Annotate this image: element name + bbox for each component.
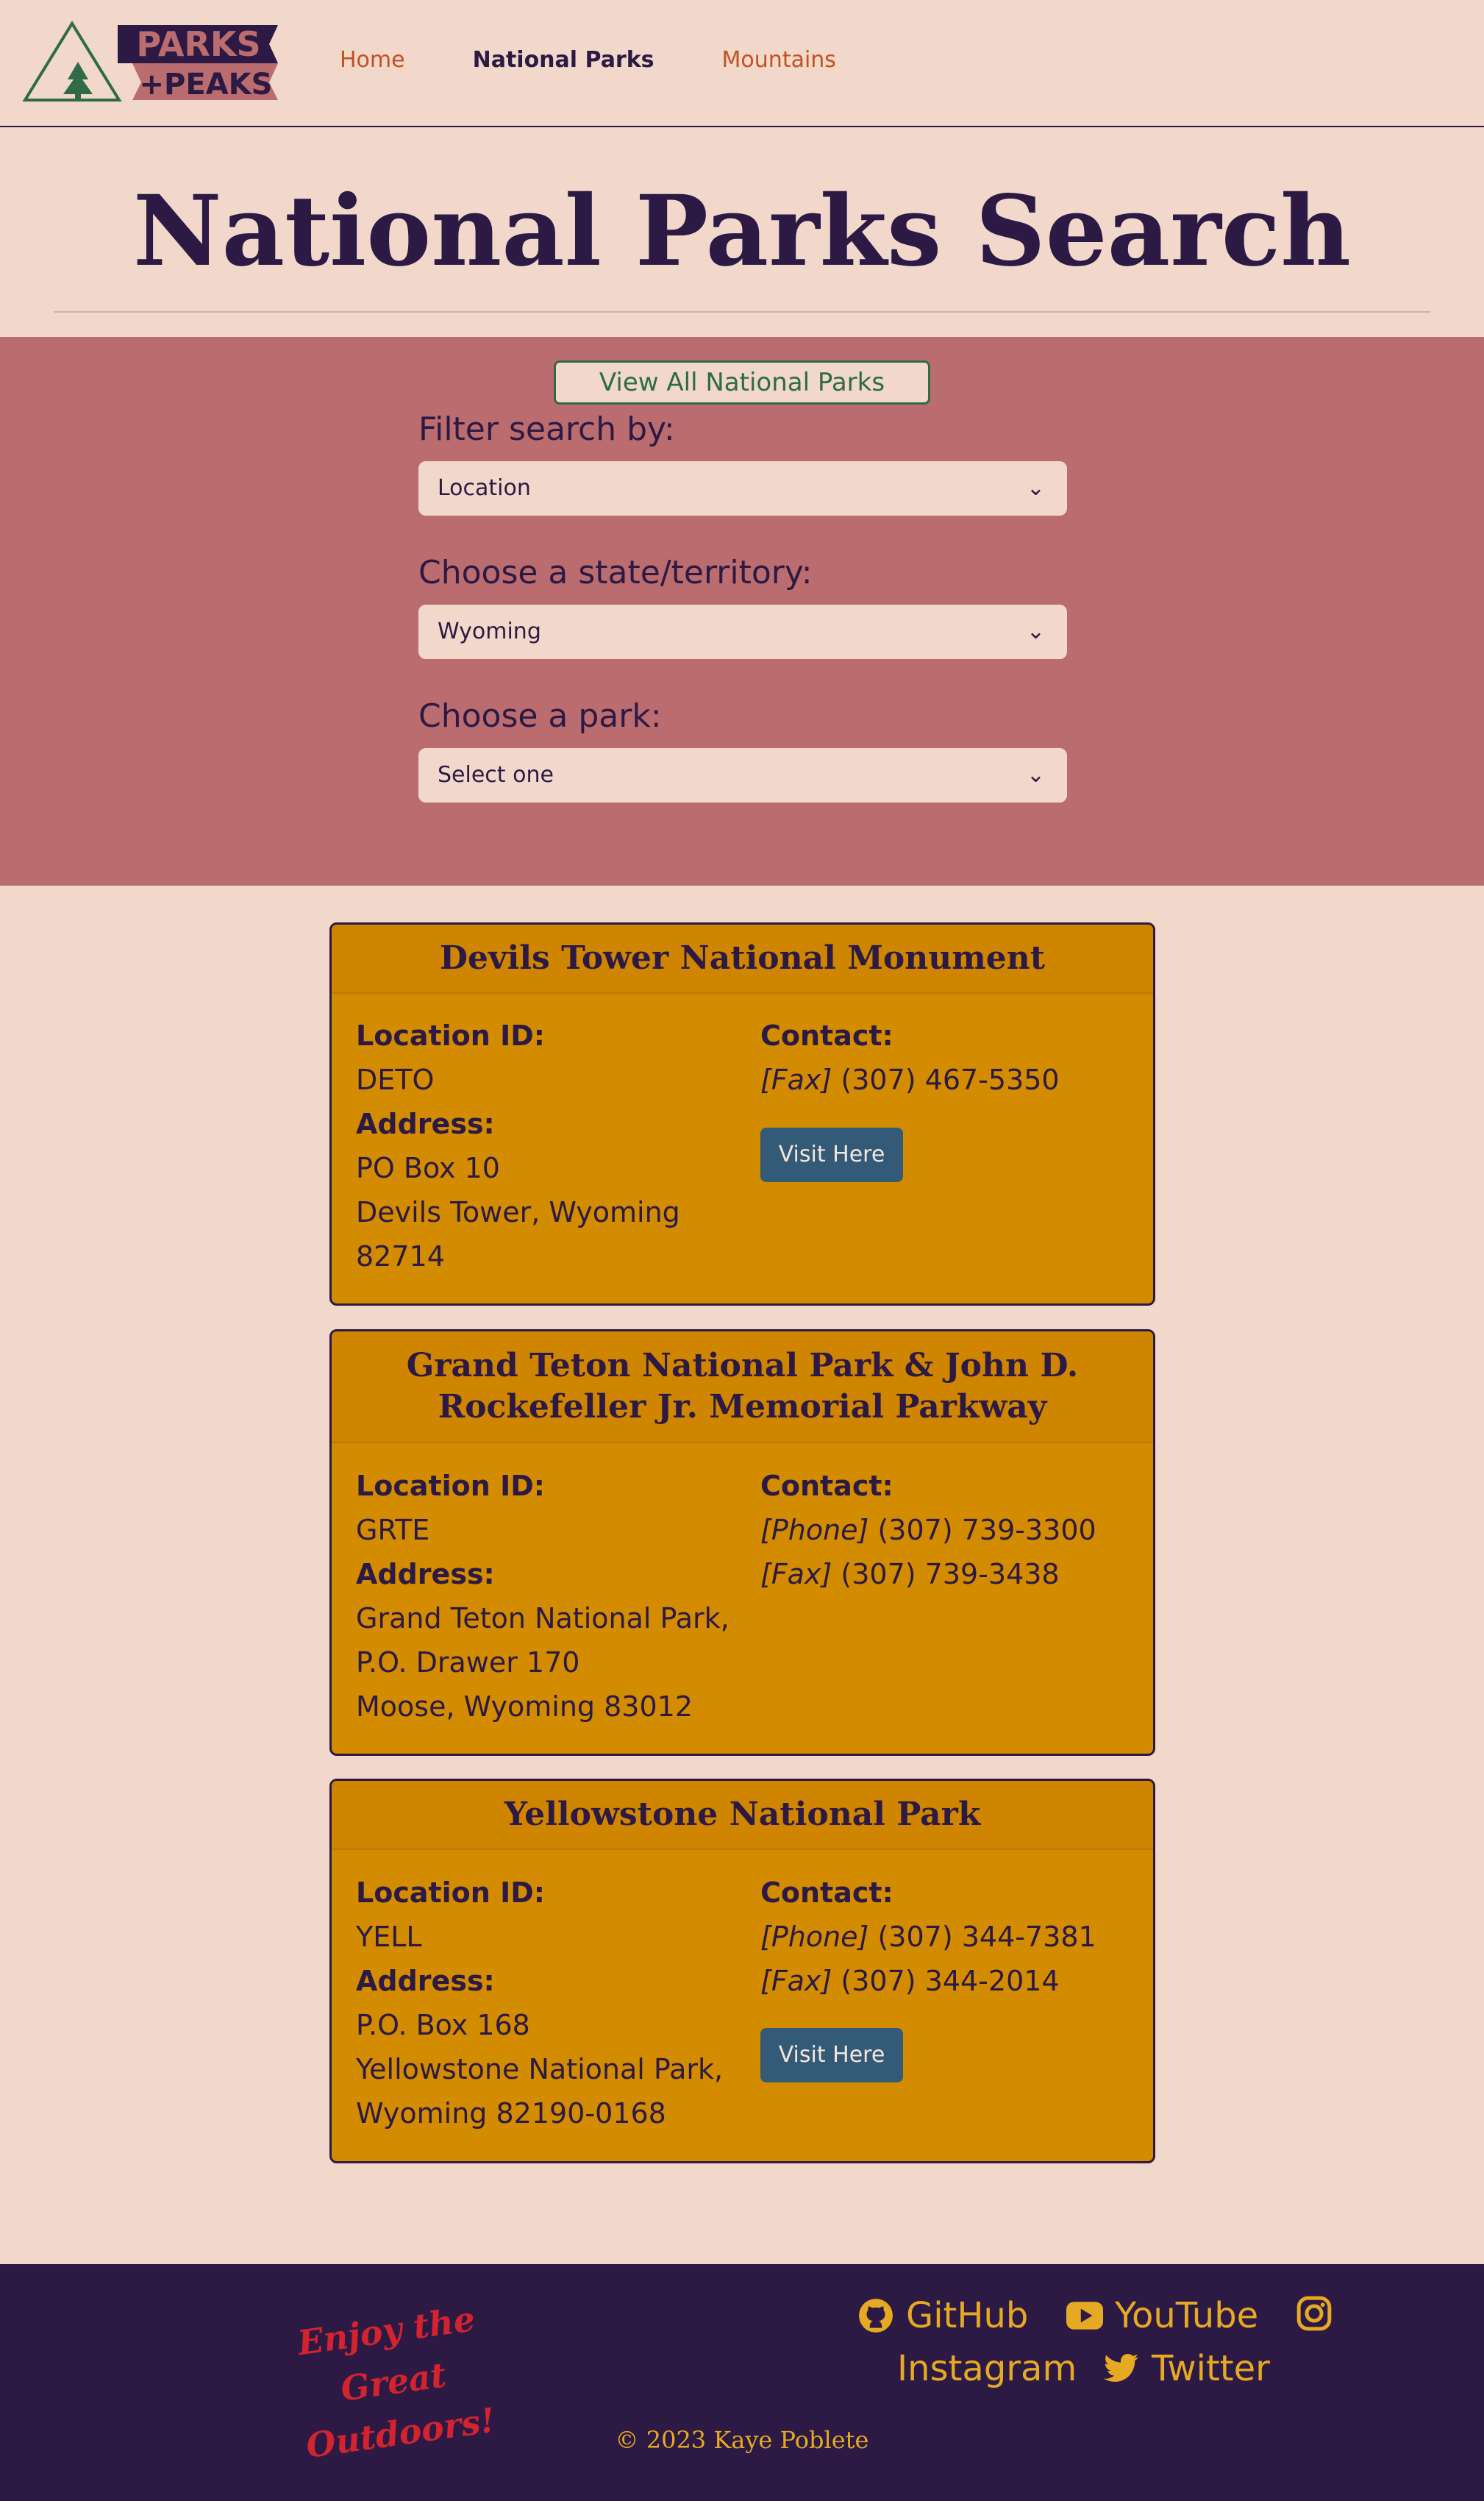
contact-phone: [Phone] (307) 344-7381	[760, 1921, 1096, 1953]
filter-by-label: Filter search by:	[418, 410, 675, 448]
address-label: Address:	[356, 1108, 495, 1140]
nav-national-parks-link[interactable]: National Parks	[473, 47, 654, 73]
park-value: Select one	[438, 762, 554, 788]
contact-fax: [Fax] (307) 467-5350	[760, 1064, 1060, 1096]
address-line: Grand Teton National Park,	[356, 1602, 729, 1634]
visit-here-button[interactable]: Visit Here	[760, 2028, 903, 2082]
filter-by-value: Location	[438, 475, 531, 501]
chevron-down-icon: ⌄	[1026, 619, 1045, 644]
address-label: Address:	[356, 1965, 495, 1997]
view-all-parks-button[interactable]: View All National Parks	[554, 360, 930, 405]
contact-label: Contact:	[760, 1470, 893, 1502]
contact-label: Contact:	[760, 1876, 893, 1909]
site-logo[interactable]: PARKS +PEAKS	[22, 21, 279, 103]
logo-text-top: PARKS	[136, 24, 260, 64]
park-card: Yellowstone National Park Location ID: Y…	[329, 1779, 1155, 2163]
youtube-link[interactable]: YouTube	[1066, 2295, 1258, 2336]
state-select[interactable]: Wyoming ⌄	[418, 605, 1067, 659]
nav-mountains-link[interactable]: Mountains	[722, 47, 836, 73]
github-label: GitHub	[906, 2295, 1029, 2336]
twitter-icon	[1104, 2354, 1138, 2382]
instagram-link[interactable]: Instagram	[897, 2348, 1077, 2389]
park-card-title: Yellowstone National Park	[332, 1781, 1153, 1850]
contact-fax: [Fax] (307) 739-3438	[760, 1558, 1060, 1590]
address-label: Address:	[356, 1558, 495, 1590]
address-line: Moose, Wyoming 83012	[356, 1690, 693, 1723]
chevron-down-icon: ⌄	[1026, 475, 1045, 501]
contact-label: Contact:	[760, 1020, 893, 1052]
navbar: PARKS +PEAKS Home National Parks Mountai…	[0, 0, 1484, 127]
park-card: Devils Tower National Monument Location …	[329, 922, 1155, 1306]
instagram-icon	[1296, 2296, 1332, 2331]
state-label: Choose a state/territory:	[418, 554, 813, 591]
location-id-label: Location ID:	[356, 1876, 545, 1909]
filter-section: View All National Parks Filter search by…	[0, 337, 1484, 886]
nav-home-link[interactable]: Home	[340, 47, 405, 73]
location-id-value: GRTE	[356, 1514, 430, 1546]
address-line: PO Box 10	[356, 1152, 500, 1184]
youtube-label: YouTube	[1115, 2295, 1259, 2336]
park-card-title: Grand Teton National Park & John D. Rock…	[332, 1331, 1153, 1443]
visit-here-button[interactable]: Visit Here	[760, 1128, 903, 1182]
address-line: P.O. Box 168	[356, 2009, 530, 2041]
twitter-link[interactable]: Twitter	[1103, 2348, 1270, 2389]
location-id-label: Location ID:	[356, 1020, 545, 1052]
contact-fax: [Fax] (307) 344-2014	[760, 1965, 1060, 1997]
twitter-label: Twitter	[1152, 2348, 1270, 2389]
page-title: National Parks Search	[132, 174, 1352, 288]
state-value: Wyoming	[438, 619, 541, 644]
location-id-label: Location ID:	[356, 1470, 545, 1502]
address-line: Yellowstone National Park,	[356, 2053, 724, 2085]
address-line: 82714	[356, 1240, 445, 1273]
copyright-text: © 2023 Kaye Poblete	[615, 2426, 869, 2454]
footer: Enjoy the Great Outdoors! GitHub YouTube…	[0, 2264, 1484, 2501]
chevron-down-icon: ⌄	[1026, 762, 1045, 788]
github-icon	[859, 2299, 893, 2333]
github-link[interactable]: GitHub	[857, 2295, 1028, 2336]
instagram-label: Instagram	[897, 2348, 1077, 2389]
park-card: Grand Teton National Park & John D. Rock…	[329, 1329, 1155, 1756]
park-card-title: Devils Tower National Monument	[332, 925, 1153, 994]
park-label: Choose a park:	[418, 697, 662, 735]
location-id-value: DETO	[356, 1064, 435, 1096]
address-line: Wyoming 82190-0168	[356, 2097, 666, 2130]
youtube-icon	[1066, 2302, 1103, 2330]
contact-phone: [Phone] (307) 739-3300	[760, 1514, 1096, 1546]
title-divider	[54, 311, 1430, 313]
location-id-value: YELL	[356, 1921, 422, 1953]
address-line: P.O. Drawer 170	[356, 1646, 580, 1679]
filter-by-select[interactable]: Location ⌄	[418, 461, 1067, 516]
address-line: Devils Tower, Wyoming	[356, 1196, 680, 1228]
instagram-icon-link[interactable]	[1296, 2295, 1344, 2332]
logo-text-bottom: +PEAKS	[140, 68, 273, 102]
park-select[interactable]: Select one ⌄	[418, 748, 1067, 803]
